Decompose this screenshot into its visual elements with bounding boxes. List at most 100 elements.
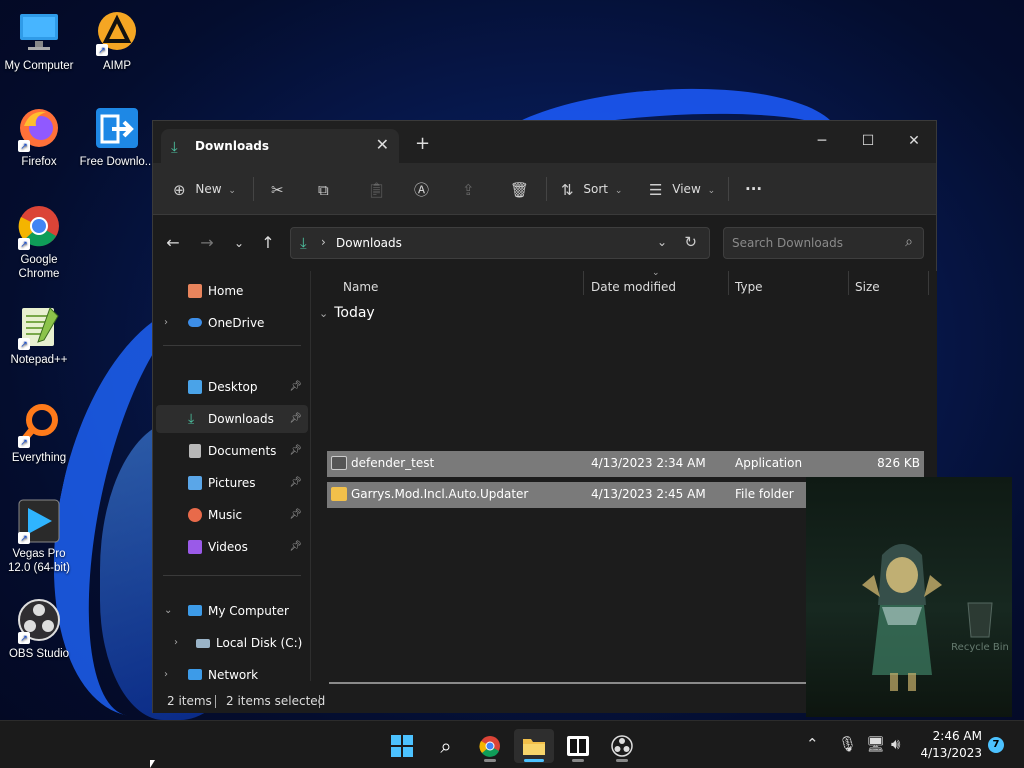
pin-icon[interactable]: 📌︎ <box>289 405 302 433</box>
desktop-icon-google-chrome[interactable]: ↗ Google Chrome <box>0 204 78 281</box>
taskbar-chrome[interactable] <box>470 729 510 763</box>
download-arrow-icon: ⤓ <box>171 138 178 156</box>
pin-icon[interactable]: 📌︎ <box>289 533 302 561</box>
navigation-pane: Home › OneDrive Desktop 📌︎ ⤓ Downloads 📌… <box>153 271 311 682</box>
desktop-icon-my-computer[interactable]: My Computer <box>0 10 78 73</box>
sort-icon: ⇅ <box>561 180 574 199</box>
maximize-button[interactable]: ☐ <box>845 127 891 155</box>
rename-button[interactable]: Ⓐ <box>414 177 429 201</box>
documents-folder-icon <box>189 444 201 458</box>
delete-button[interactable]: 🗑︎ <box>510 177 529 201</box>
pin-icon[interactable]: 📌︎ <box>289 373 302 401</box>
back-arrow-icon[interactable]: ← <box>161 233 185 252</box>
search-box[interactable]: Search Downloads ⌕ <box>723 227 924 259</box>
trash-icon: 🗑︎ <box>510 180 530 199</box>
notepad-plus-plus-icon: ↗ <box>16 304 62 350</box>
shortcut-arrow-icon: ↗ <box>18 338 30 350</box>
desktop-icon-firefox[interactable]: ↗ Firefox <box>0 106 78 169</box>
network-status-icon[interactable]: 🖥︎ <box>866 735 885 753</box>
share-button[interactable]: ⇪ <box>462 177 475 201</box>
address-bar[interactable]: ⤓ › Downloads ⌄ ↻ <box>290 227 710 259</box>
taskbar-search-button[interactable]: ⌕ <box>426 729 466 763</box>
desktop-icon-vegas-pro[interactable]: ↗ Vegas Pro 12.0 (64-bit) <box>0 498 78 575</box>
taskbar-app[interactable] <box>558 729 598 763</box>
cut-button[interactable]: ✂ <box>271 177 284 201</box>
tab-downloads[interactable]: ⤓ Downloads ✕ <box>161 129 399 163</box>
desktop-icon-obs-studio[interactable]: ↗ OBS Studio <box>0 598 78 661</box>
copy-button[interactable]: ⧉ <box>318 177 329 201</box>
column-header-date-modified[interactable]: Date modified <box>591 277 676 297</box>
minimize-button[interactable]: ─ <box>799 127 845 155</box>
sidebar-item-music[interactable]: Music 📌︎ <box>156 501 308 529</box>
close-window-button[interactable]: ✕ <box>891 127 937 155</box>
sidebar-item-desktop[interactable]: Desktop 📌︎ <box>156 373 308 401</box>
system-clock[interactable]: 2:46 AM 4/13/2023 <box>920 728 982 762</box>
up-arrow-icon[interactable]: ↑ <box>256 233 280 252</box>
shortcut-arrow-icon: ↗ <box>96 44 108 56</box>
new-tab-button[interactable]: + <box>415 133 430 154</box>
paste-button[interactable]: 📋︎ <box>367 177 386 201</box>
pin-icon[interactable]: 📌︎ <box>289 469 302 497</box>
obs-studio-icon: ↗ <box>16 598 62 644</box>
file-name: defender_test <box>351 456 435 470</box>
sort-label: Sort <box>583 182 609 196</box>
new-button[interactable]: ⊕ New ⌄ <box>173 177 236 201</box>
file-name: Garrys.Mod.Incl.Auto.Updater <box>351 487 529 501</box>
expand-chevron-icon[interactable]: › <box>174 629 178 657</box>
column-header-type[interactable]: Type <box>735 277 763 297</box>
music-folder-icon <box>188 508 202 522</box>
desktop-icon-aimp[interactable]: ↗ AIMP <box>78 10 156 73</box>
expand-chevron-icon[interactable]: › <box>164 309 168 337</box>
recent-locations-chevron-icon[interactable]: ⌄ <box>227 236 251 250</box>
sidebar-item-onedrive[interactable]: › OneDrive <box>156 309 308 337</box>
sidebar-item-videos[interactable]: Videos 📌︎ <box>156 533 308 561</box>
cartoon-character-image <box>862 544 942 691</box>
sidebar-item-documents[interactable]: Documents 📌︎ <box>156 437 308 465</box>
column-divider[interactable] <box>728 271 729 295</box>
sidebar-item-pictures[interactable]: Pictures 📌︎ <box>156 469 308 497</box>
notification-badge[interactable]: 7 <box>988 737 1004 753</box>
desktop-icon-label: OBS Studio <box>8 648 70 660</box>
breadcrumb-downloads[interactable]: Downloads <box>336 236 402 250</box>
sidebar-item-local-disk[interactable]: › Local Disk (C:) <box>156 629 308 657</box>
column-divider[interactable] <box>848 271 849 295</box>
start-button[interactable] <box>382 729 422 763</box>
collapse-chevron-icon[interactable]: ⌄ <box>164 597 172 625</box>
pin-icon[interactable]: 📌︎ <box>289 501 302 529</box>
file-size: 826 KB <box>877 456 920 470</box>
sidebar-item-home[interactable]: Home <box>156 277 308 305</box>
table-row[interactable]: defender_test 4/13/2023 2:34 AM Applicat… <box>327 451 924 477</box>
column-header-size[interactable]: Size <box>855 277 880 297</box>
volume-icon[interactable]: 🔊︎ <box>891 735 900 753</box>
clipboard-icon: 📋︎ <box>367 180 387 199</box>
running-indicator <box>572 759 584 762</box>
chevron-down-icon[interactable]: ⌄ <box>657 235 667 249</box>
close-tab-icon[interactable]: ✕ <box>376 135 389 154</box>
pin-icon[interactable]: 📌︎ <box>289 437 302 465</box>
selection-count: 2 items selected <box>226 694 326 708</box>
taskbar-obs-studio[interactable] <box>602 729 642 763</box>
show-hidden-icons-chevron-icon[interactable]: ⌃ <box>806 735 819 753</box>
column-divider[interactable] <box>928 271 929 295</box>
sidebar-item-my-computer[interactable]: ⌄ My Computer <box>156 597 308 625</box>
column-header-name[interactable]: Name <box>343 277 378 297</box>
taskbar-file-explorer[interactable] <box>514 729 554 763</box>
new-label: New <box>195 182 222 196</box>
expand-chevron-icon[interactable]: › <box>164 661 168 689</box>
desktop-icon-free-download-manager[interactable]: Free Downlo... <box>78 106 156 169</box>
sidebar-item-downloads[interactable]: ⤓ Downloads 📌︎ <box>156 405 308 433</box>
sort-button[interactable]: ⇅ Sort ⌄ <box>561 177 622 201</box>
microphone-icon[interactable]: 🎙︎ <box>838 735 857 753</box>
desktop-icon-recycle-bin[interactable]: Recycle Bin <box>950 599 1010 653</box>
desktop-icon-label: Notepad++ <box>10 354 68 366</box>
forward-arrow-icon[interactable]: → <box>195 233 219 252</box>
view-button[interactable]: ☰ View ⌄ <box>649 177 715 201</box>
more-options-button[interactable]: ··· <box>745 177 762 201</box>
desktop-icon-everything[interactable]: ↗ Everything <box>0 402 78 465</box>
column-divider[interactable] <box>583 271 584 295</box>
refresh-icon[interactable]: ↻ <box>684 233 697 251</box>
desktop-icon-label: Google Chrome <box>18 254 60 280</box>
sidebar-item-network[interactable]: › Network <box>156 661 308 689</box>
group-header-today[interactable]: ⌄ Today <box>319 305 375 321</box>
desktop-icon-notepad-plus-plus[interactable]: ↗ Notepad++ <box>0 304 78 367</box>
